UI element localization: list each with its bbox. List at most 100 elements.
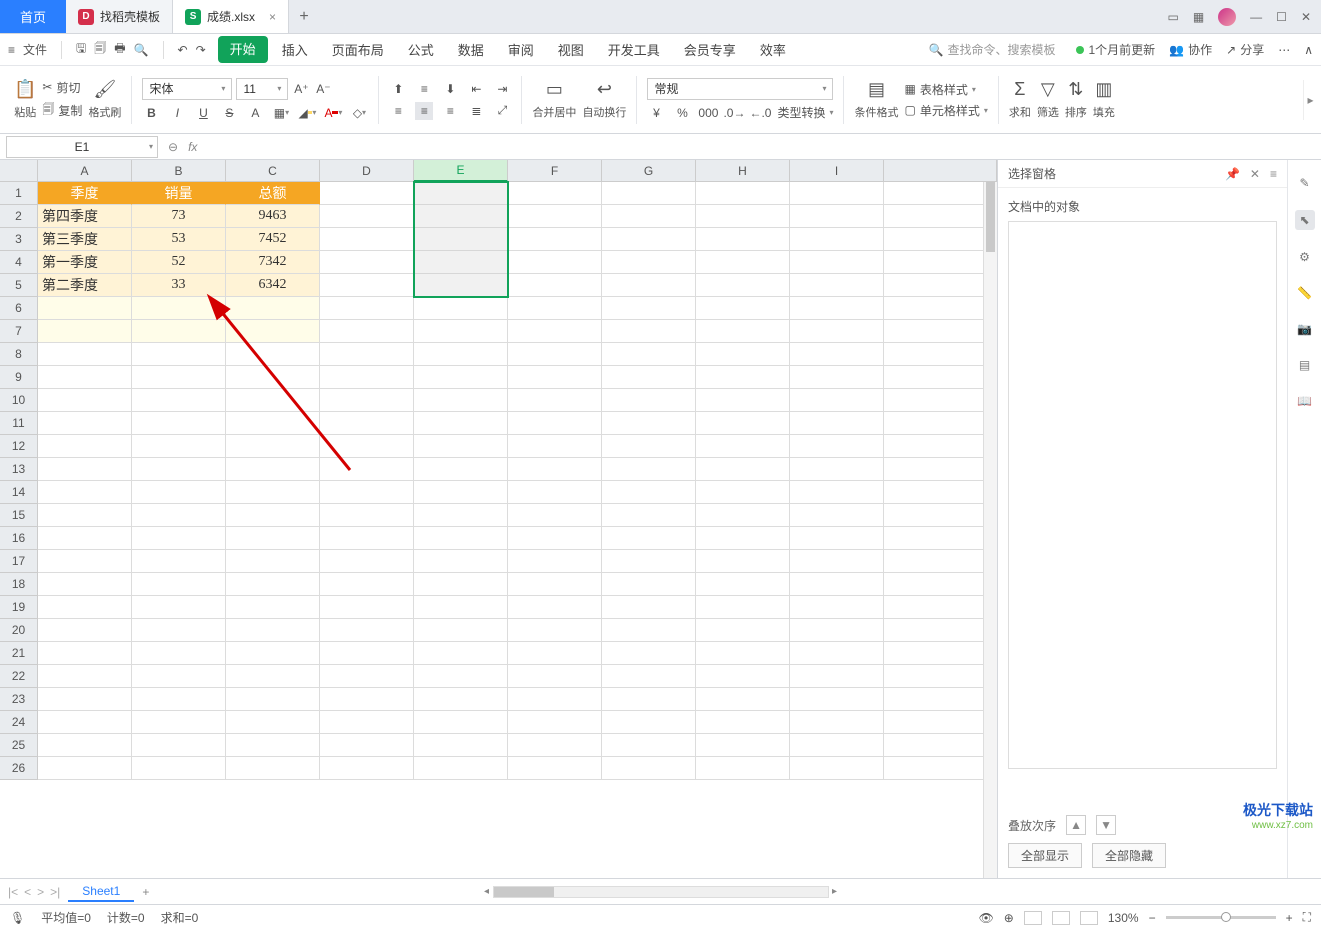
last-sheet-icon[interactable]: >| [50,885,60,899]
share-button[interactable]: ↗ 分享 [1226,41,1264,58]
cell-B1[interactable]: 销量 [132,182,226,205]
cell-E14[interactable] [414,481,508,504]
cell-H12[interactable] [696,435,790,458]
cell-A13[interactable] [38,458,132,481]
col-header-H[interactable]: H [696,160,790,182]
cell-D26[interactable] [320,757,414,780]
col-header-G[interactable]: G [602,160,696,182]
cell-I13[interactable] [790,458,884,481]
cell-G17[interactable] [602,550,696,573]
cell-E18[interactable] [414,573,508,596]
cell-E1[interactable] [414,182,508,205]
cell-C21[interactable] [226,642,320,665]
menu-tab-eff[interactable]: 效率 [750,36,796,63]
cell-I16[interactable] [790,527,884,550]
minimize-icon[interactable]: — [1250,10,1262,24]
cell-B16[interactable] [132,527,226,550]
cell-C23[interactable] [226,688,320,711]
cell-F21[interactable] [508,642,602,665]
hamburger-icon[interactable]: ≡ [8,43,15,57]
cell-C18[interactable] [226,573,320,596]
cell-E17[interactable] [414,550,508,573]
font-color-icon[interactable]: A▾ [324,104,342,122]
cell-F7[interactable] [508,320,602,343]
objects-list[interactable] [1008,221,1277,769]
cell-B6[interactable] [132,297,226,320]
cell-style-button[interactable]: ▢ 单元格样式▾ [904,102,987,119]
cell-H11[interactable] [696,412,790,435]
cell-H23[interactable] [696,688,790,711]
cell-C22[interactable] [226,665,320,688]
cell-B22[interactable] [132,665,226,688]
cell-D19[interactable] [320,596,414,619]
cell-D12[interactable] [320,435,414,458]
cell-C15[interactable] [226,504,320,527]
cell-G24[interactable] [602,711,696,734]
close-window-icon[interactable]: ✕ [1301,10,1311,24]
cell-G7[interactable] [602,320,696,343]
cell-A10[interactable] [38,389,132,412]
dec-decimal-icon[interactable]: ←.0 [751,104,769,122]
zoom-out-icon[interactable]: − [1149,911,1156,925]
number-format-select[interactable]: 常规▾ [647,78,833,100]
expand-ribbon-icon[interactable]: ▸ [1303,80,1317,120]
cell-A11[interactable] [38,412,132,435]
cell-B26[interactable] [132,757,226,780]
ruler-icon[interactable]: 📏 [1296,284,1314,302]
cell-E9[interactable] [414,366,508,389]
border-icon[interactable]: ▦▾ [272,104,290,122]
cell-F15[interactable] [508,504,602,527]
cell-G13[interactable] [602,458,696,481]
cell-G10[interactable] [602,389,696,412]
cell-H25[interactable] [696,734,790,757]
cell-D21[interactable] [320,642,414,665]
cell-E10[interactable] [414,389,508,412]
row-header-3[interactable]: 3 [0,228,38,251]
focus-icon[interactable]: ⊕ [1004,911,1014,925]
cell-E20[interactable] [414,619,508,642]
underline-icon[interactable]: U [194,104,212,122]
cell-D15[interactable] [320,504,414,527]
cell-I22[interactable] [790,665,884,688]
close-panel-icon[interactable]: ✕ [1250,167,1260,181]
col-header-D[interactable]: D [320,160,414,182]
normal-view-icon[interactable] [1024,911,1042,925]
cell-C14[interactable] [226,481,320,504]
cell-E4[interactable] [414,251,508,274]
cell-I15[interactable] [790,504,884,527]
cell-G23[interactable] [602,688,696,711]
cell-G16[interactable] [602,527,696,550]
cell-I2[interactable] [790,205,884,228]
menu-tab-insert[interactable]: 插入 [272,36,318,63]
cell-A16[interactable] [38,527,132,550]
tab-add[interactable]: + [289,0,319,33]
filter-button[interactable]: ▽筛选 [1037,79,1059,120]
cell-I5[interactable] [790,274,884,297]
cell-D1[interactable] [320,182,414,205]
show-all-button[interactable]: 全部显示 [1008,843,1082,868]
cell-D14[interactable] [320,481,414,504]
file-menu[interactable]: 文件 [23,41,47,58]
cell-H4[interactable] [696,251,790,274]
print-icon[interactable]: 🖶 [114,39,125,60]
tab-home[interactable]: 首页 [0,0,66,33]
cell-H2[interactable] [696,205,790,228]
cell-I1[interactable] [790,182,884,205]
cell-B4[interactable]: 52 [132,251,226,274]
add-sheet-icon[interactable]: + [142,885,149,899]
cell-A26[interactable] [38,757,132,780]
cell-B14[interactable] [132,481,226,504]
cell-H24[interactable] [696,711,790,734]
cell-E7[interactable] [414,320,508,343]
first-sheet-icon[interactable]: |< [8,885,18,899]
align-middle-icon[interactable]: ≡ [415,80,433,98]
indent-inc-icon[interactable]: ⇥ [493,80,511,98]
percent-icon[interactable]: % [673,104,691,122]
cell-E11[interactable] [414,412,508,435]
row-header-2[interactable]: 2 [0,205,38,228]
cell-F12[interactable] [508,435,602,458]
col-header-A[interactable]: A [38,160,132,182]
cell-I8[interactable] [790,343,884,366]
cell-G22[interactable] [602,665,696,688]
cell-E3[interactable] [414,228,508,251]
